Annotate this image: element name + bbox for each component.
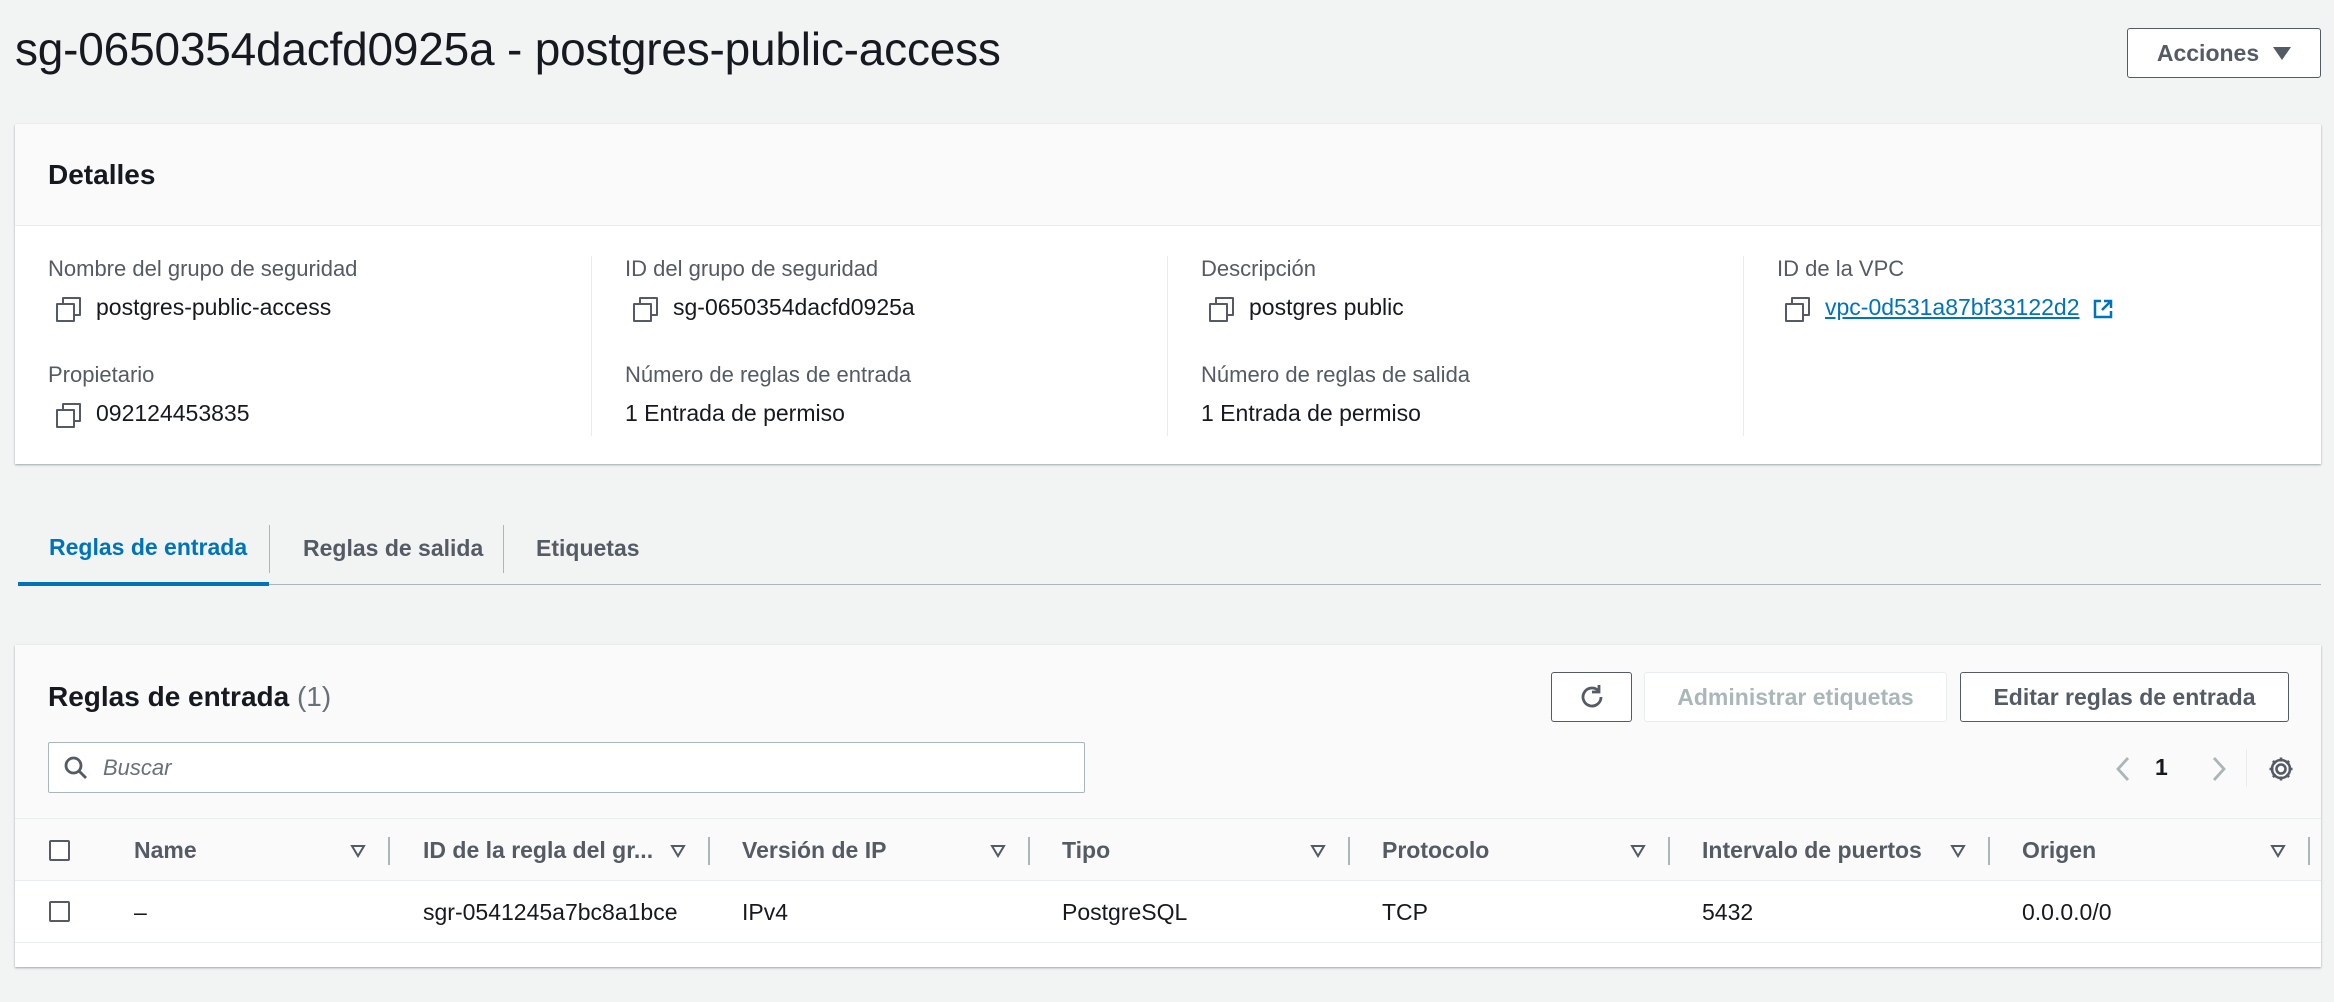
chevron-left-icon[interactable]: [2113, 755, 2133, 783]
details-panel: Detalles Nombre del grupo de seguridad p…: [15, 124, 2321, 464]
inbound-count-value: 1 Entrada de permiso: [625, 400, 845, 426]
column-header-name[interactable]: Name: [134, 819, 197, 882]
column-resizer[interactable]: [1988, 837, 1990, 865]
column-resizer[interactable]: [1348, 837, 1350, 865]
column-header-rule-id[interactable]: ID de la regla del gr...: [423, 819, 653, 882]
row-checkbox[interactable]: [49, 901, 70, 922]
page-title: sg-0650354dacfd0925a - postgres-public-a…: [15, 23, 1001, 75]
tab-separator: [503, 525, 504, 573]
rules-count: (1): [296, 681, 332, 712]
chevron-right-icon[interactable]: [2209, 755, 2229, 783]
inbound-count-field: Número de reglas de entrada 1 Entrada de…: [625, 362, 911, 427]
table-header: Name ID de la regla del gr... Versión de…: [15, 818, 2321, 881]
edit-inbound-rules-button[interactable]: Editar reglas de entrada: [1960, 672, 2289, 722]
details-grid: Nombre del grupo de seguridad postgres-p…: [15, 226, 2321, 464]
manage-tags-button[interactable]: Administrar etiquetas: [1644, 672, 1947, 722]
inbound-rules-panel: Reglas de entrada (1) Administrar etique…: [15, 645, 2321, 967]
refresh-icon: [1581, 685, 1602, 708]
tab-inbound-rules[interactable]: Reglas de entrada: [18, 512, 269, 586]
copy-icon[interactable]: [56, 296, 81, 322]
column-resizer[interactable]: [1668, 837, 1670, 865]
search-input[interactable]: [103, 754, 1063, 781]
owner-value: 092124453835: [96, 400, 250, 426]
sort-icon[interactable]: [670, 844, 686, 858]
outbound-count-field: Número de reglas de salida 1 Entrada de …: [1201, 362, 1470, 427]
select-all-checkbox[interactable]: [49, 840, 70, 861]
cell-ip-version: IPv4: [742, 898, 789, 925]
column-resizer[interactable]: [708, 837, 710, 865]
refresh-button[interactable]: [1551, 672, 1632, 722]
sg-name-label: Nombre del grupo de seguridad: [48, 256, 358, 281]
pager-divider: [2246, 749, 2247, 787]
vpc-id-field: ID de la VPC vpc-0d531a87bf33122d2: [1777, 256, 2114, 322]
sg-name-field: Nombre del grupo de seguridad postgres-p…: [48, 256, 358, 322]
column-resizer[interactable]: [1028, 837, 1030, 865]
rules-title: Reglas de entrada (1): [48, 681, 331, 713]
details-column-3: Descripción postgres public Número de re…: [1167, 256, 1743, 436]
vpc-id-link[interactable]: vpc-0d531a87bf33122d2: [1825, 294, 2080, 320]
sg-id-value: sg-0650354dacfd0925a: [673, 294, 915, 320]
outbound-count-value: 1 Entrada de permiso: [1201, 400, 1421, 426]
details-title: Detalles: [48, 158, 156, 190]
sort-icon[interactable]: [1630, 844, 1646, 858]
cell-name: –: [134, 898, 147, 925]
search-icon: [64, 756, 87, 779]
description-label: Descripción: [1201, 256, 1316, 281]
cell-rule-id: sgr-0541245a7bc8a1bce: [423, 898, 678, 925]
vpc-id-label: ID de la VPC: [1777, 256, 1905, 281]
actions-button-label: Acciones: [2156, 39, 2260, 66]
column-header-type[interactable]: Tipo: [1062, 819, 1110, 882]
external-link-icon[interactable]: [2092, 298, 2114, 320]
sort-icon[interactable]: [2270, 844, 2286, 858]
column-header-source[interactable]: Origen: [2022, 819, 2096, 882]
cell-type: PostgreSQL: [1062, 898, 1188, 925]
sg-id-label: ID del grupo de seguridad: [625, 256, 879, 281]
table-row[interactable]: – sgr-0541245a7bc8a1bce IPv4 PostgreSQL …: [15, 881, 2321, 943]
tab-separator: [269, 525, 270, 573]
tab-outbound-rules[interactable]: Reglas de salida: [303, 512, 483, 585]
details-column-2: ID del grupo de seguridad sg-0650354dacf…: [591, 256, 1167, 436]
actions-button[interactable]: Acciones: [2127, 28, 2321, 78]
column-header-ip-version[interactable]: Versión de IP: [742, 819, 886, 882]
copy-icon[interactable]: [56, 402, 81, 428]
tab-bar: Reglas de entrada Reglas de salida Etiqu…: [18, 512, 2321, 586]
tab-tags[interactable]: Etiquetas: [536, 512, 640, 585]
description-value: postgres public: [1249, 294, 1404, 320]
column-resizer[interactable]: [2308, 837, 2310, 865]
copy-icon[interactable]: [1209, 296, 1234, 322]
cell-port-range: 5432: [1702, 898, 1754, 925]
rules-header: Reglas de entrada (1) Administrar etique…: [15, 645, 2321, 818]
cell-protocol: TCP: [1382, 898, 1428, 925]
details-column-1: Nombre del grupo de seguridad postgres-p…: [15, 256, 591, 436]
sg-id-field: ID del grupo de seguridad sg-0650354dacf…: [625, 256, 915, 322]
sort-icon[interactable]: [1950, 844, 1966, 858]
search-box[interactable]: [48, 742, 1085, 793]
column-resizer[interactable]: [388, 837, 390, 865]
sort-icon[interactable]: [990, 844, 1006, 858]
sort-icon[interactable]: [350, 844, 366, 858]
copy-icon[interactable]: [1785, 296, 1810, 322]
gear-icon[interactable]: [2267, 755, 2295, 783]
inbound-rules-table: Name ID de la regla del gr... Versión de…: [15, 818, 2321, 943]
sort-icon[interactable]: [1310, 844, 1326, 858]
outbound-count-label: Número de reglas de salida: [1201, 362, 1471, 387]
details-header: Detalles: [15, 124, 2321, 226]
page-number[interactable]: 1: [2155, 754, 2168, 781]
inbound-count-label: Número de reglas de entrada: [625, 362, 912, 387]
column-header-protocol[interactable]: Protocolo: [1382, 819, 1489, 882]
copy-icon[interactable]: [633, 296, 658, 322]
details-column-4: ID de la VPC vpc-0d531a87bf33122d2: [1743, 256, 2319, 436]
cell-source: 0.0.0.0/0: [2022, 898, 2112, 925]
caret-down-icon: [2273, 46, 2292, 60]
description-field: Descripción postgres public: [1201, 256, 1404, 322]
column-header-port-range[interactable]: Intervalo de puertos: [1702, 819, 1922, 882]
rules-title-text: Reglas de entrada: [48, 681, 290, 712]
sg-name-value: postgres-public-access: [96, 294, 332, 320]
owner-field: Propietario 092124453835: [48, 362, 250, 428]
owner-label: Propietario: [48, 362, 155, 387]
